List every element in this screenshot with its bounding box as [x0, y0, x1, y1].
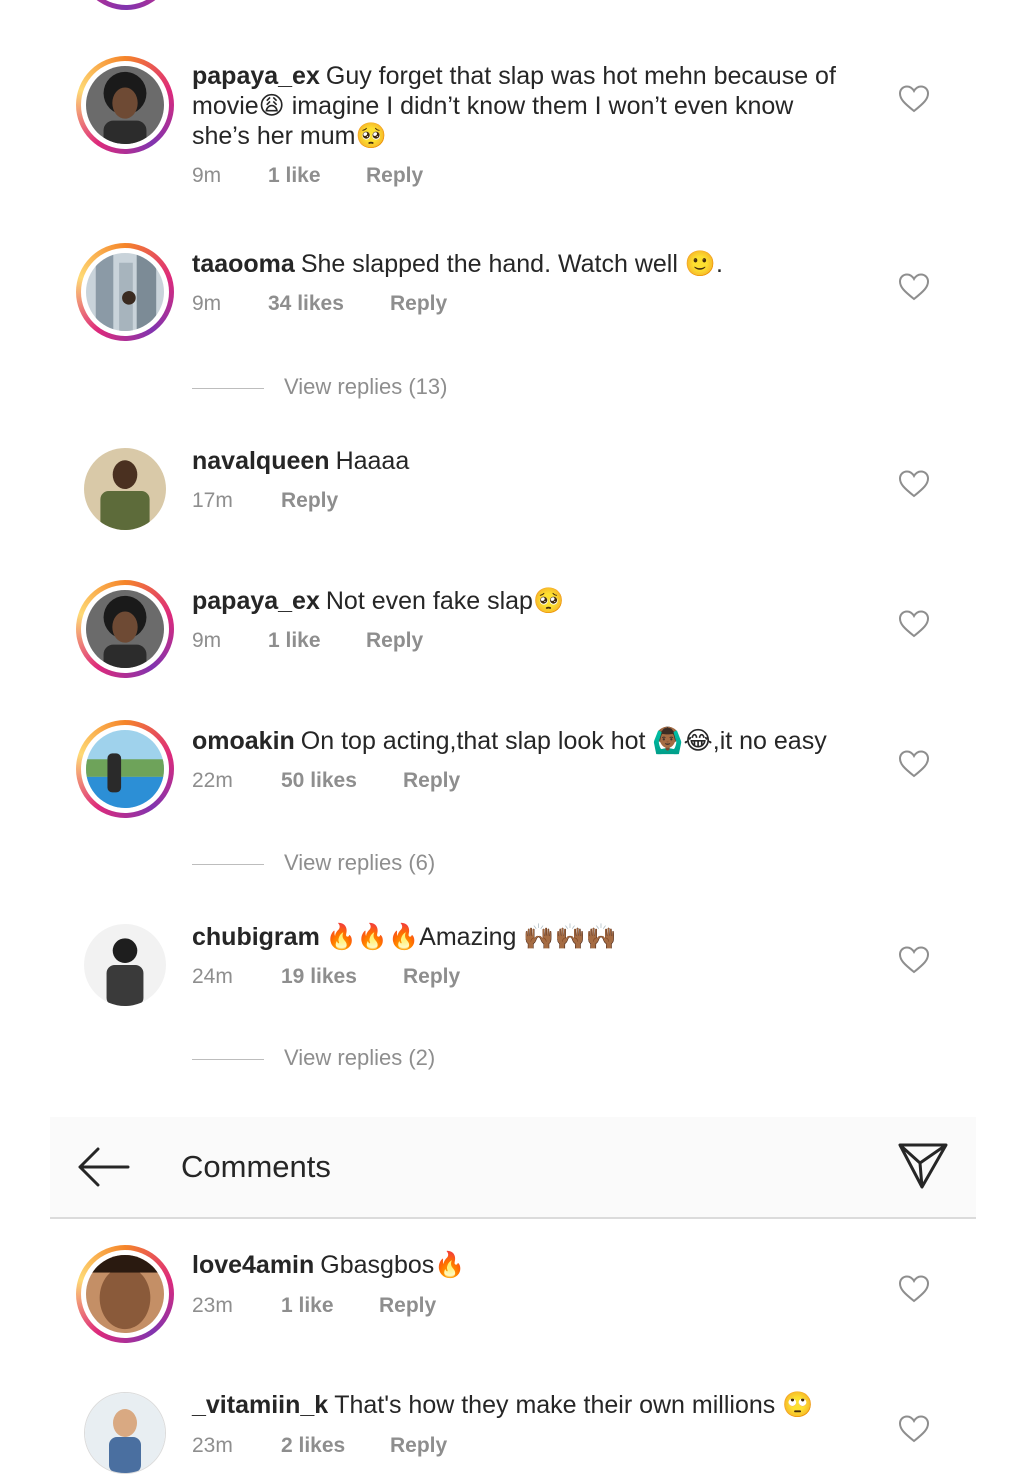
comment-username[interactable]: chubigram: [192, 923, 320, 951]
heart-icon[interactable]: [898, 945, 930, 975]
comment-text: navalqueen Haaaa: [192, 446, 852, 476]
view-replies-button[interactable]: View replies (2): [192, 1045, 435, 1071]
page-title: Comments: [181, 1149, 331, 1184]
view-replies-label: View replies (13): [284, 374, 448, 399]
avatar[interactable]: [76, 56, 174, 154]
comment-meta: 9m 1 like Reply: [192, 164, 423, 188]
reply-button[interactable]: Reply: [379, 1294, 436, 1318]
comment-meta: 23m 2 likes Reply: [192, 1434, 447, 1458]
comment-username[interactable]: navalqueen: [192, 447, 330, 475]
reply-button[interactable]: Reply: [281, 489, 338, 513]
comment-time: 17m: [192, 489, 233, 512]
comment-likes[interactable]: 1 like: [281, 1294, 379, 1318]
comment-meta: 9m 34 likes Reply: [192, 292, 447, 316]
comment-time: 9m: [192, 164, 222, 187]
comment-text: chubigram 🔥🔥🔥Amazing 🙌🏾🙌🏾🙌🏾: [192, 922, 852, 952]
comment-username[interactable]: love4amin: [192, 1251, 314, 1279]
view-replies-button[interactable]: View replies (6): [192, 850, 435, 876]
partial-avatar-ring: [78, 0, 174, 10]
replies-divider: [192, 387, 264, 389]
reply-button[interactable]: Reply: [403, 769, 460, 793]
arrow-left-icon[interactable]: [76, 1145, 130, 1189]
avatar[interactable]: [76, 720, 174, 818]
comment-time: 24m: [192, 965, 233, 988]
comment-body: Haaaa: [335, 447, 410, 475]
comment-likes[interactable]: 1 like: [268, 164, 366, 188]
comment-time: 22m: [192, 769, 233, 792]
comment-text: papaya_ex Not even fake slap🥺: [192, 586, 852, 616]
comment-text: love4amin Gbasgbos🔥: [192, 1250, 852, 1280]
comment-body: Not even fake slap🥺: [325, 587, 565, 615]
comment-likes[interactable]: 50 likes: [281, 769, 403, 793]
view-replies-label: View replies (6): [284, 850, 436, 875]
comment-meta: 23m 1 like Reply: [192, 1294, 436, 1318]
paper-plane-icon[interactable]: [896, 1139, 950, 1193]
comment-time: 9m: [192, 629, 222, 652]
comment-body: On top acting,that slap look hot 🙆🏾‍♂️😂,…: [300, 727, 827, 755]
heart-icon[interactable]: [898, 84, 930, 114]
view-replies-button[interactable]: View replies (13): [192, 374, 447, 400]
comment-likes[interactable]: 19 likes: [281, 965, 403, 989]
reply-button[interactable]: Reply: [366, 629, 423, 653]
comment-time: 9m: [192, 292, 222, 315]
replies-divider: [192, 863, 264, 865]
comment-likes[interactable]: 34 likes: [268, 292, 390, 316]
view-replies-label: View replies (2): [284, 1045, 436, 1070]
heart-icon[interactable]: [898, 749, 930, 779]
heart-icon[interactable]: [898, 469, 930, 499]
avatar[interactable]: [76, 440, 174, 538]
reply-button[interactable]: Reply: [403, 965, 460, 989]
comment-username[interactable]: _vitamiin_k: [192, 1391, 328, 1419]
comment-text: _vitamiin_k That's how they make their ow…: [192, 1390, 852, 1420]
comment-text: taaooma She slapped the hand. Watch well …: [192, 249, 852, 279]
reply-button[interactable]: Reply: [366, 164, 423, 188]
comment-username[interactable]: papaya_ex: [192, 587, 320, 615]
comment-body: Gbasgbos🔥: [320, 1251, 466, 1279]
heart-icon[interactable]: [898, 1414, 930, 1444]
comment-meta: 9m 1 like Reply: [192, 629, 423, 653]
comment-time: 23m: [192, 1434, 233, 1457]
avatar[interactable]: [76, 580, 174, 678]
avatar[interactable]: [76, 1384, 174, 1482]
comment-meta: 17m Reply: [192, 489, 338, 513]
comment-username[interactable]: papaya_ex: [192, 62, 320, 90]
comment-body: That's how they make their own millions …: [334, 1391, 814, 1419]
heart-icon[interactable]: [898, 609, 930, 639]
replies-divider: [192, 1058, 264, 1060]
comment-username[interactable]: omoakin: [192, 727, 295, 755]
comment-meta: 22m 50 likes Reply: [192, 769, 460, 793]
avatar[interactable]: [76, 243, 174, 341]
comment-username[interactable]: taaooma: [192, 250, 295, 278]
comment-body: 🔥🔥🔥Amazing 🙌🏾🙌🏾🙌🏾: [325, 923, 617, 951]
comment-likes[interactable]: 2 likes: [281, 1434, 390, 1458]
comment-time: 23m: [192, 1294, 233, 1317]
comment-text: papaya_ex Guy forget that slap was hot me…: [192, 61, 852, 151]
comment-body: She slapped the hand. Watch well 🙂.: [300, 250, 723, 278]
avatar[interactable]: [76, 916, 174, 1014]
comments-header: Comments: [50, 1117, 976, 1219]
reply-button[interactable]: Reply: [390, 1434, 447, 1458]
heart-icon[interactable]: [898, 1274, 930, 1304]
avatar[interactable]: [76, 1245, 174, 1343]
comment-likes[interactable]: 1 like: [268, 629, 366, 653]
comment-meta: 24m 19 likes Reply: [192, 965, 460, 989]
heart-icon[interactable]: [898, 272, 930, 302]
reply-button[interactable]: Reply: [390, 292, 447, 316]
comment-text: omoakin On top acting,that slap look hot …: [192, 726, 852, 756]
